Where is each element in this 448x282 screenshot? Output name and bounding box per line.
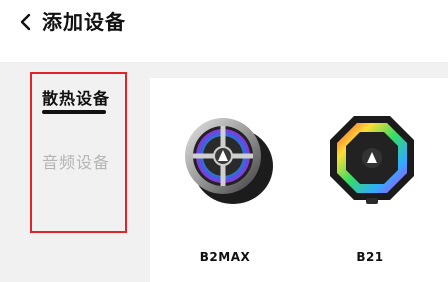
- device-panel: B2MAX B21: [150, 78, 448, 282]
- device-card-b2max[interactable]: B2MAX: [155, 78, 295, 282]
- b21-device-image: [330, 116, 414, 204]
- tab-cooling-devices[interactable]: 散热设备: [42, 88, 110, 110]
- page-title: 添加设备: [42, 10, 126, 34]
- active-tab-indicator: [42, 110, 106, 114]
- tab-audio-devices[interactable]: 音频设备: [42, 152, 110, 174]
- device-name-b2max: B2MAX: [199, 250, 251, 264]
- back-chevron-icon[interactable]: [16, 12, 36, 32]
- sidebar: 散热设备 音频设备: [0, 62, 148, 282]
- header: 添加设备: [0, 0, 448, 62]
- device-name-b21: B21: [356, 250, 384, 264]
- b2max-device-image: [185, 118, 273, 204]
- device-card-b21[interactable]: B21: [300, 78, 440, 282]
